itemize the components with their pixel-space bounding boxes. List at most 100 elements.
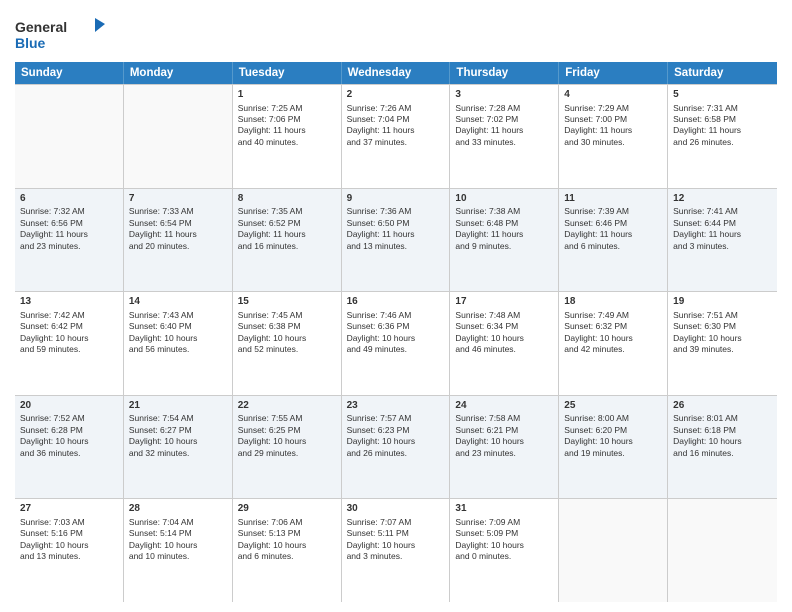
header-wednesday: Wednesday xyxy=(342,62,451,84)
day-info-line: Daylight: 11 hours xyxy=(455,125,553,136)
day-info-line: Sunset: 7:04 PM xyxy=(347,114,445,125)
calendar-cell xyxy=(559,499,668,602)
day-info-line: Sunrise: 7:32 AM xyxy=(20,206,118,217)
page-header: General Blue xyxy=(15,10,777,56)
day-info-line: Sunset: 6:40 PM xyxy=(129,321,227,332)
calendar-cell xyxy=(15,85,124,188)
day-info-line: Sunrise: 7:45 AM xyxy=(238,310,336,321)
day-info-line: Sunrise: 7:41 AM xyxy=(673,206,772,217)
calendar-row: 6Sunrise: 7:32 AMSunset: 6:56 PMDaylight… xyxy=(15,189,777,293)
day-number: 9 xyxy=(347,192,445,206)
day-info-line: Sunset: 6:27 PM xyxy=(129,425,227,436)
day-info-line: Sunrise: 7:43 AM xyxy=(129,310,227,321)
day-info-line: Sunset: 6:30 PM xyxy=(673,321,772,332)
calendar-cell: 5Sunrise: 7:31 AMSunset: 6:58 PMDaylight… xyxy=(668,85,777,188)
day-info-line: Sunrise: 7:42 AM xyxy=(20,310,118,321)
calendar-row: 13Sunrise: 7:42 AMSunset: 6:42 PMDayligh… xyxy=(15,292,777,396)
day-info-line: Sunset: 6:50 PM xyxy=(347,218,445,229)
day-number: 18 xyxy=(564,295,662,309)
day-info-line: Daylight: 10 hours xyxy=(347,540,445,551)
day-info-line: and 46 minutes. xyxy=(455,344,553,355)
day-info-line: Sunrise: 7:54 AM xyxy=(129,413,227,424)
calendar-cell: 11Sunrise: 7:39 AMSunset: 6:46 PMDayligh… xyxy=(559,189,668,292)
day-info-line: Sunset: 6:28 PM xyxy=(20,425,118,436)
day-info-line: and 42 minutes. xyxy=(564,344,662,355)
day-number: 1 xyxy=(238,88,336,102)
day-number: 22 xyxy=(238,399,336,413)
calendar-cell: 21Sunrise: 7:54 AMSunset: 6:27 PMDayligh… xyxy=(124,396,233,499)
day-info-line: Sunrise: 8:01 AM xyxy=(673,413,772,424)
day-info-line: Daylight: 10 hours xyxy=(20,333,118,344)
day-number: 16 xyxy=(347,295,445,309)
day-info-line: Sunset: 6:34 PM xyxy=(455,321,553,332)
day-info-line: and 56 minutes. xyxy=(129,344,227,355)
calendar-cell: 10Sunrise: 7:38 AMSunset: 6:48 PMDayligh… xyxy=(450,189,559,292)
day-info-line: and 3 minutes. xyxy=(673,241,772,252)
day-info-line: and 37 minutes. xyxy=(347,137,445,148)
day-info-line: Sunrise: 7:38 AM xyxy=(455,206,553,217)
day-info-line: Daylight: 11 hours xyxy=(564,229,662,240)
day-info-line: and 52 minutes. xyxy=(238,344,336,355)
day-info-line: Sunset: 5:16 PM xyxy=(20,528,118,539)
day-info-line: Daylight: 10 hours xyxy=(564,333,662,344)
day-number: 27 xyxy=(20,502,118,516)
day-number: 28 xyxy=(129,502,227,516)
day-info-line: Sunrise: 7:29 AM xyxy=(564,103,662,114)
header-friday: Friday xyxy=(559,62,668,84)
svg-text:Blue: Blue xyxy=(15,35,46,51)
calendar-cell: 26Sunrise: 8:01 AMSunset: 6:18 PMDayligh… xyxy=(668,396,777,499)
day-info-line: and 19 minutes. xyxy=(564,448,662,459)
calendar-cell: 27Sunrise: 7:03 AMSunset: 5:16 PMDayligh… xyxy=(15,499,124,602)
day-number: 17 xyxy=(455,295,553,309)
day-number: 5 xyxy=(673,88,772,102)
day-number: 31 xyxy=(455,502,553,516)
day-info-line: Daylight: 11 hours xyxy=(20,229,118,240)
day-info-line: Daylight: 11 hours xyxy=(673,125,772,136)
day-info-line: and 40 minutes. xyxy=(238,137,336,148)
day-info-line: Sunrise: 7:04 AM xyxy=(129,517,227,528)
calendar-cell: 13Sunrise: 7:42 AMSunset: 6:42 PMDayligh… xyxy=(15,292,124,395)
header-monday: Monday xyxy=(124,62,233,84)
day-info-line: Sunrise: 7:33 AM xyxy=(129,206,227,217)
day-number: 11 xyxy=(564,192,662,206)
day-info-line: Daylight: 11 hours xyxy=(347,229,445,240)
day-info-line: Daylight: 10 hours xyxy=(455,333,553,344)
day-info-line: Sunset: 6:20 PM xyxy=(564,425,662,436)
day-number: 7 xyxy=(129,192,227,206)
day-number: 19 xyxy=(673,295,772,309)
calendar-cell: 20Sunrise: 7:52 AMSunset: 6:28 PMDayligh… xyxy=(15,396,124,499)
day-info-line: and 6 minutes. xyxy=(238,551,336,562)
day-info-line: and 13 minutes. xyxy=(347,241,445,252)
calendar-cell: 3Sunrise: 7:28 AMSunset: 7:02 PMDaylight… xyxy=(450,85,559,188)
calendar-cell: 17Sunrise: 7:48 AMSunset: 6:34 PMDayligh… xyxy=(450,292,559,395)
day-number: 6 xyxy=(20,192,118,206)
day-info-line: Daylight: 10 hours xyxy=(673,333,772,344)
day-number: 15 xyxy=(238,295,336,309)
day-info-line: and 29 minutes. xyxy=(238,448,336,459)
day-info-line: Daylight: 10 hours xyxy=(347,333,445,344)
calendar-row: 20Sunrise: 7:52 AMSunset: 6:28 PMDayligh… xyxy=(15,396,777,500)
day-info-line: and 26 minutes. xyxy=(673,137,772,148)
day-info-line: Sunset: 5:11 PM xyxy=(347,528,445,539)
day-info-line: and 16 minutes. xyxy=(238,241,336,252)
day-info-line: Daylight: 10 hours xyxy=(238,540,336,551)
calendar-cell: 30Sunrise: 7:07 AMSunset: 5:11 PMDayligh… xyxy=(342,499,451,602)
day-info-line: and 33 minutes. xyxy=(455,137,553,148)
day-info-line: Sunset: 5:14 PM xyxy=(129,528,227,539)
day-number: 13 xyxy=(20,295,118,309)
day-info-line: and 36 minutes. xyxy=(20,448,118,459)
day-info-line: Daylight: 10 hours xyxy=(347,436,445,447)
calendar-row: 27Sunrise: 7:03 AMSunset: 5:16 PMDayligh… xyxy=(15,499,777,602)
day-info-line: Daylight: 11 hours xyxy=(564,125,662,136)
day-info-line: and 3 minutes. xyxy=(347,551,445,562)
day-info-line: Daylight: 10 hours xyxy=(238,333,336,344)
day-info-line: Sunrise: 7:35 AM xyxy=(238,206,336,217)
calendar-cell: 28Sunrise: 7:04 AMSunset: 5:14 PMDayligh… xyxy=(124,499,233,602)
day-info-line: Daylight: 10 hours xyxy=(129,436,227,447)
day-info-line: and 49 minutes. xyxy=(347,344,445,355)
calendar-cell: 6Sunrise: 7:32 AMSunset: 6:56 PMDaylight… xyxy=(15,189,124,292)
day-info-line: Sunrise: 7:52 AM xyxy=(20,413,118,424)
day-number: 8 xyxy=(238,192,336,206)
day-info-line: Daylight: 11 hours xyxy=(238,125,336,136)
day-info-line: Sunrise: 7:51 AM xyxy=(673,310,772,321)
